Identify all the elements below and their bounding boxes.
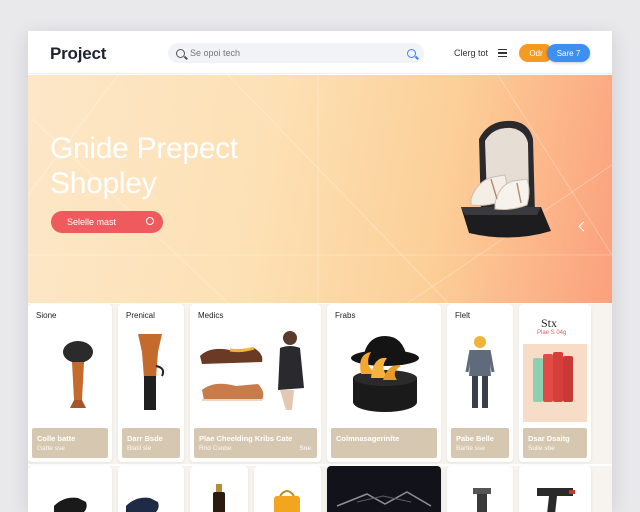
product-image: [274, 490, 300, 512]
product-image: [537, 488, 575, 512]
card-title: Plae Cheelding Kribs Cate: [199, 434, 293, 443]
product-card[interactable]: Stx Plae S 04g Dsar Dsaitg Sulle sbe: [519, 304, 591, 462]
product-image: [54, 497, 87, 512]
product-card[interactable]: Sione Colle batte Gatte sse: [28, 304, 112, 462]
card-price: Gatte sse: [37, 445, 65, 452]
card-category: Flelt: [455, 311, 471, 320]
hero-title-line1: Gnide Prepect: [50, 132, 238, 165]
card-badge: Plae S 04g: [537, 330, 567, 336]
product-card[interactable]: [254, 466, 321, 512]
hero-title: Gnide Prepect Shopley: [50, 131, 350, 201]
nav-link[interactable]: Clerg tot: [454, 48, 488, 58]
card-title: Colmnasagerinfte: [336, 434, 400, 443]
product-card[interactable]: [190, 466, 248, 512]
hero-title-line2: Shopley: [50, 167, 157, 200]
card-footer: Darr Bsde Blatil sle: [122, 428, 180, 458]
card-footer: Pabe Belle Bartie sse: [451, 428, 509, 458]
search-bar[interactable]: [168, 43, 424, 63]
product-image: [200, 331, 304, 410]
arrow-circle-icon: [146, 217, 154, 225]
card-category: Prenical: [126, 311, 155, 320]
card-title: Colle batte: [37, 434, 76, 443]
search-icon: [176, 48, 185, 58]
search-submit-icon[interactable]: [407, 48, 416, 58]
hero-cta-label: Selelle mast: [67, 217, 117, 227]
product-image: [473, 488, 491, 512]
hero-banner: Gnide Prepect Shopley Selelle mast: [28, 75, 612, 303]
product-image: [336, 491, 432, 507]
product-card[interactable]: [327, 466, 441, 512]
product-card[interactable]: [519, 466, 591, 512]
product-image: [213, 484, 225, 512]
save-button[interactable]: Sare 7: [547, 44, 590, 62]
card-footer: Dsar Dsaitg Sulle sbe: [523, 428, 587, 458]
card-category: Sione: [36, 311, 57, 320]
product-image: [523, 344, 587, 422]
card-title: Darr Bsde: [127, 434, 163, 443]
product-card[interactable]: Prenical Darr Bsde Blatil sle: [118, 304, 184, 462]
menu-icon[interactable]: [498, 49, 507, 57]
card-category: Stx: [541, 316, 558, 330]
product-image: [138, 334, 165, 410]
product-grid: Sione Colle batte Gatte sse Prenical Dar…: [28, 304, 612, 464]
card-footer: Plae Cheelding Kribs Cate Rnd Csobe Sne: [194, 428, 317, 458]
product-card[interactable]: Medics Plae Cheelding Kribs Cate Rnd Cso…: [190, 304, 321, 462]
hero-cta-button[interactable]: Selelle mast: [51, 211, 163, 233]
app-window: Project Clerg tot Odr Sare 7 Gnide Prepe…: [28, 31, 612, 512]
card-footer: Colle batte Gatte sse: [32, 428, 108, 458]
product-image: [351, 336, 419, 412]
card-price: Rnd Csobe: [199, 445, 232, 452]
product-card[interactable]: Flelt Pabe Belle Bartie sse: [447, 304, 513, 462]
product-image: [63, 341, 93, 408]
card-price: Sulle sbe: [528, 445, 555, 452]
hero-product-image: [461, 120, 551, 238]
card-extra: Sne: [299, 445, 311, 452]
product-image: [465, 336, 495, 408]
product-image: [126, 497, 159, 512]
top-navbar: Project Clerg tot Odr Sare 7: [28, 31, 612, 74]
product-card[interactable]: Frabs Colmnasagerinfte: [327, 304, 441, 462]
card-price: Bartie sse: [456, 445, 485, 452]
card-title: Pabe Belle: [456, 434, 494, 443]
product-grid-row-2: [28, 466, 612, 512]
product-card[interactable]: [447, 466, 513, 512]
logo[interactable]: Project: [50, 44, 106, 64]
card-price: Blatil sle: [127, 445, 152, 452]
card-footer: Colmnasagerinfte: [331, 428, 437, 458]
product-card[interactable]: [118, 466, 184, 512]
card-title: Dsar Dsaitg: [528, 434, 570, 443]
search-input[interactable]: [190, 48, 407, 58]
product-card[interactable]: [28, 466, 112, 512]
